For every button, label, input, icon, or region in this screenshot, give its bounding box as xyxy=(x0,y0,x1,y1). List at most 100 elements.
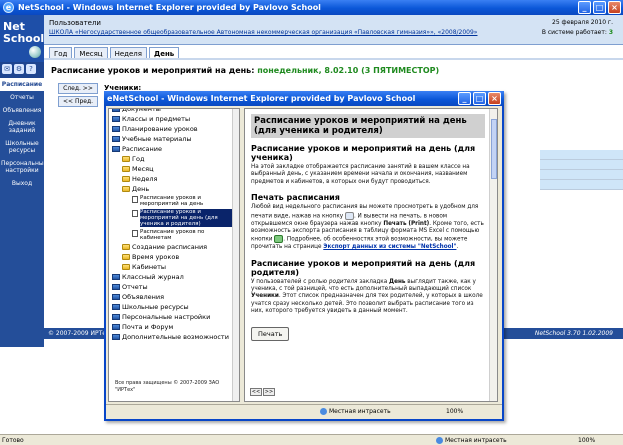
pager-buttons: << >> xyxy=(250,388,275,396)
parent-text-d: . Этот список предназначен для тех родит… xyxy=(251,293,483,315)
page-icon xyxy=(132,230,138,237)
close-button[interactable]: × xyxy=(608,1,621,14)
pager-prev-button[interactable]: << xyxy=(250,388,262,396)
tree-scrollbar[interactable] xyxy=(232,109,239,401)
logo-line2: School xyxy=(3,32,45,45)
popup-close-button[interactable]: × xyxy=(488,92,501,105)
tree-item-label: День xyxy=(132,185,150,193)
tree-item[interactable]: Документы xyxy=(112,109,234,113)
sidebar-item-assignments[interactable]: Дневник заданий xyxy=(0,117,44,137)
parent-tab-name: День xyxy=(389,278,406,285)
sidebar-item-announcements[interactable]: Объявления xyxy=(0,104,44,117)
tree-item-label: Время уроков xyxy=(132,253,180,261)
sidebar: ✉ ⚙ ? Расписание Отчеты Объявления Дневн… xyxy=(0,62,47,347)
book-icon xyxy=(112,284,120,290)
sidebar-item-settings[interactable]: Персональные настройки xyxy=(0,157,47,177)
prev-day-button[interactable]: << Пред. xyxy=(58,96,98,107)
tree-item[interactable]: Год xyxy=(112,155,234,163)
popup-zoom-level[interactable]: 100% xyxy=(446,408,463,415)
status-bar: Готово Местная интрасеть 100% xyxy=(0,434,623,445)
tree-item-label: Неделя xyxy=(132,175,158,183)
tree-item[interactable]: Школьные ресурсы xyxy=(112,303,234,311)
maximize-button[interactable]: □ xyxy=(593,1,606,14)
scrollbar-thumb[interactable] xyxy=(491,119,497,179)
users-label: Пользователи xyxy=(49,19,101,27)
tree-item[interactable]: Учебные материалы xyxy=(112,135,234,143)
popup-minimize-button[interactable]: _ xyxy=(458,92,471,105)
sidebar-item-logout[interactable]: Выход xyxy=(0,177,44,190)
book-icon xyxy=(112,314,120,320)
sidebar-item-schedule[interactable]: Расписание xyxy=(0,78,44,91)
tree-item[interactable]: Неделя xyxy=(112,175,234,183)
tree-item[interactable]: Создание расписания xyxy=(112,243,234,251)
section-student-title: Расписание уроков и мероприятий на день … xyxy=(251,144,476,162)
folder-icon xyxy=(122,244,130,250)
school-link[interactable]: ШКОЛА «Негосударственное общеобразовател… xyxy=(49,29,477,36)
book-icon xyxy=(112,146,120,152)
tree-item[interactable]: Время уроков xyxy=(112,253,234,261)
parent-text-a: У пользователей с ролью xyxy=(251,278,328,285)
logo-globe-icon xyxy=(29,46,41,58)
settings-icon[interactable]: ⚙ xyxy=(14,64,24,74)
print-button[interactable]: Печать xyxy=(251,326,290,341)
online-users: В системе работает: 3 xyxy=(542,29,613,36)
sidebar-item-reports[interactable]: Отчеты xyxy=(0,91,44,104)
page-title-main: Расписание уроков и мероприятий на день: xyxy=(51,66,255,75)
book-icon xyxy=(112,126,120,132)
help-popup-window: e NetSchool - Windows Internet Explorer … xyxy=(104,91,504,421)
tree-item-label: Расписание xyxy=(122,145,162,153)
page-title: Расписание уроков и мероприятий на день:… xyxy=(51,66,439,75)
ie-logo-icon: e xyxy=(3,2,14,13)
tree-item[interactable]: Расписание уроков по кабинетам xyxy=(112,229,234,241)
tree-item[interactable]: Классный журнал xyxy=(112,273,234,281)
tree-item[interactable]: Расписание уроков и мероприятий на день … xyxy=(112,209,234,227)
tree-item[interactable]: Расписание уроков и мероприятий на день xyxy=(112,195,234,207)
help-content-pane: Расписание уроков и мероприятий на день … xyxy=(244,108,498,402)
book-icon xyxy=(112,294,120,300)
tree-item[interactable]: Планирование уроков xyxy=(112,125,234,133)
tree-item[interactable]: Расписание xyxy=(112,145,234,153)
next-day-button[interactable]: След. >> xyxy=(58,83,98,94)
export-data-link[interactable]: Экспорт данных из системы "NetSchool" xyxy=(323,244,456,250)
book-icon xyxy=(112,109,120,112)
sidebar-item-resources[interactable]: Школьные ресурсы xyxy=(0,137,44,157)
tree-item-label: Расписание уроков по кабинетам xyxy=(140,229,205,241)
popup-status-zone: Местная интрасеть xyxy=(320,408,391,415)
section-print-title: Печать расписания xyxy=(251,193,340,203)
popup-maximize-button[interactable]: □ xyxy=(473,92,486,105)
minimize-button[interactable]: _ xyxy=(578,1,591,14)
table-row xyxy=(540,170,623,180)
tree-item[interactable]: Месяц xyxy=(112,165,234,173)
popup-status-bar: Местная интрасеть 100% xyxy=(106,404,502,417)
tree-item[interactable]: Дополнительные возможности xyxy=(112,333,234,341)
table-row xyxy=(540,160,623,170)
section-parent-title: Расписание уроков и мероприятий на день … xyxy=(251,258,476,277)
tree-item[interactable]: Персональные настройки xyxy=(112,313,234,321)
pager-next-button[interactable]: >> xyxy=(263,388,275,396)
help-main-title: Расписание уроков и мероприятий на день … xyxy=(251,114,485,138)
print-word-en: (Print) xyxy=(408,220,430,227)
popup-title: NetSchool - Windows Internet Explorer pr… xyxy=(112,94,416,103)
folder-icon xyxy=(122,166,130,172)
tree-item[interactable]: Классы и предметы xyxy=(112,115,234,123)
popup-zone-label: Местная интрасеть xyxy=(329,408,391,415)
folder-icon xyxy=(122,264,130,270)
folder-icon xyxy=(122,176,130,182)
popup-titlebar: e NetSchool - Windows Internet Explorer … xyxy=(104,91,504,106)
sidebar-icon-row: ✉ ⚙ ? xyxy=(0,62,44,78)
tree-item-label: Отчеты xyxy=(122,283,148,291)
tree-item-label: Персональные настройки xyxy=(122,313,211,321)
help-icon[interactable]: ? xyxy=(26,64,36,74)
folder-icon xyxy=(122,186,130,192)
tree-item[interactable]: День xyxy=(112,185,234,193)
tree-item[interactable]: Объявления xyxy=(112,293,234,301)
netschool-logo[interactable]: Net School xyxy=(0,15,44,62)
tree-item[interactable]: Почта и Форум xyxy=(112,323,234,331)
mail-icon[interactable]: ✉ xyxy=(2,64,12,74)
parent-role: родителя xyxy=(328,278,358,285)
tab-divider xyxy=(44,58,623,60)
tree-item[interactable]: Кабинеты xyxy=(112,263,234,271)
tree-item[interactable]: Отчеты xyxy=(112,283,234,291)
zoom-level[interactable]: 100% xyxy=(578,437,595,444)
content-scrollbar[interactable] xyxy=(489,109,497,401)
